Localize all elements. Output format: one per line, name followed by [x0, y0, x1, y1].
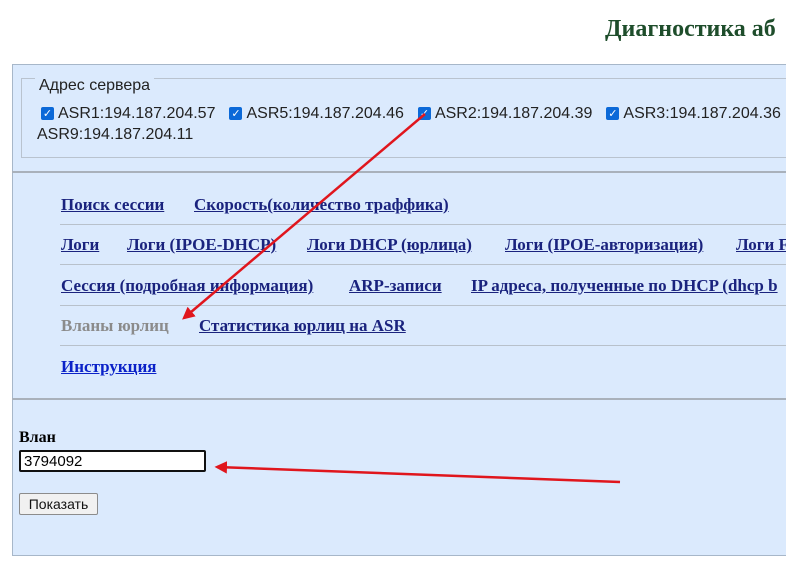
- nav-link-logs-dhcp-legal[interactable]: Логи DHCP (юрлица): [307, 235, 472, 255]
- checkbox-checked-icon[interactable]: ✓: [41, 107, 54, 120]
- checkbox-checked-icon[interactable]: ✓: [417, 107, 431, 120]
- server-label: ASR2:194.187.204.39: [434, 104, 593, 122]
- checkbox-checked-icon[interactable]: ✓: [606, 107, 620, 120]
- nav-link-logs-more[interactable]: Логи F: [736, 235, 786, 255]
- nav-link-session-detail[interactable]: Сессия (подробная информация): [61, 276, 313, 296]
- server-label: ASR3:194.187.204.36: [623, 104, 781, 122]
- section-divider: [12, 398, 786, 400]
- server-option-asr1[interactable]: ✓ ASR1:194.187.204.57: [37, 105, 215, 123]
- nav-link-logs[interactable]: Логи: [61, 235, 99, 255]
- server-checkbox-row-2: ASR9:194.187.204.11: [37, 126, 199, 144]
- server-option-asr3[interactable]: ✓ ASR3:194.187.204.36: [602, 104, 781, 123]
- nav-link-legal-vlans-current: Вланы юрлиц: [61, 316, 169, 335]
- show-button[interactable]: Показать: [19, 493, 98, 515]
- server-option-asr9[interactable]: ASR9:194.187.204.11: [37, 126, 193, 144]
- nav-link-logs-ipoe-dhcp[interactable]: Логи (IPOE-DHCP): [127, 235, 276, 255]
- server-label: ASR1:194.187.204.57: [58, 104, 216, 122]
- section-divider: [12, 171, 786, 173]
- nav-separator: [60, 305, 786, 306]
- server-checkbox-row: ✓ ASR1:194.187.204.57 ✓ ASR5:194.187.204…: [37, 104, 786, 123]
- nav-link-arp[interactable]: ARP-записи: [349, 276, 442, 296]
- nav-separator: [60, 224, 786, 225]
- nav-separator: [60, 345, 786, 346]
- page-title: Диагностика аб: [605, 16, 776, 42]
- vlan-input[interactable]: [19, 450, 206, 472]
- server-label: ASR9:194.187.204.11: [37, 126, 194, 143]
- nav-link-logs-ipoe-auth[interactable]: Логи (IPOE-авторизация): [505, 235, 703, 255]
- checkbox-checked-icon[interactable]: ✓: [229, 107, 243, 120]
- nav-separator: [60, 264, 786, 265]
- nav-link-dhcp-ips[interactable]: IP адреса, полученные по DHCP (dhcp b: [471, 276, 778, 296]
- server-option-asr2[interactable]: ✓ ASR2:194.187.204.39: [414, 105, 592, 123]
- server-legend: Адрес сервера: [35, 77, 155, 95]
- nav-link-speed[interactable]: Скорость(количество траффика): [194, 195, 449, 215]
- nav-link-instructions[interactable]: Инструкция: [61, 357, 156, 377]
- server-option-asr5[interactable]: ✓ ASR5:194.187.204.46: [225, 104, 404, 123]
- nav-link-legal-stats[interactable]: Статистика юрлиц на ASR: [199, 316, 406, 336]
- nav-link-session-search[interactable]: Поиск сессии: [61, 195, 164, 215]
- server-label: ASR5:194.187.204.46: [246, 104, 404, 122]
- vlan-label: Влан: [19, 429, 56, 446]
